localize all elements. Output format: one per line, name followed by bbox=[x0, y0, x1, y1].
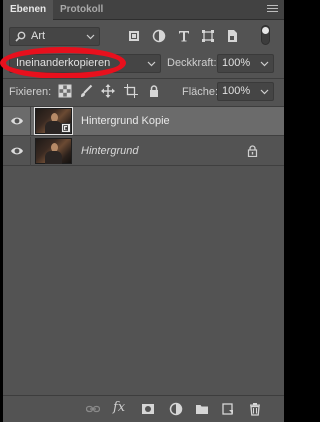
layers-bottom-toolbar: fx bbox=[3, 396, 284, 422]
new-group-folder-icon[interactable] bbox=[195, 402, 209, 416]
lock-label: Fixieren: bbox=[9, 86, 52, 98]
filter-smart-objects-icon[interactable] bbox=[225, 29, 239, 43]
filter-kind-label: Art bbox=[31, 30, 46, 42]
new-layer-icon[interactable] bbox=[221, 402, 235, 416]
filter-adjustment-layers-icon[interactable] bbox=[152, 29, 166, 43]
fill-label: Fläche: bbox=[182, 86, 219, 98]
chevron-down-icon bbox=[260, 61, 269, 67]
divider bbox=[30, 137, 31, 166]
blend-mode-value: Ineinanderkopieren bbox=[16, 57, 111, 69]
layer-row-hintergrund-kopie[interactable]: Hintergrund Kopie bbox=[3, 107, 284, 136]
eye-visibility-icon[interactable] bbox=[10, 145, 24, 157]
opacity-field[interactable]: 100% bbox=[217, 54, 274, 73]
filter-toggle-knob bbox=[262, 27, 269, 34]
opacity-label: Deckkraft: bbox=[167, 57, 217, 69]
layer-name: Hintergrund Kopie bbox=[81, 115, 170, 127]
delete-layer-trash-icon[interactable] bbox=[248, 402, 262, 416]
search-icon bbox=[15, 31, 26, 42]
filter-pixel-layers-icon[interactable] bbox=[127, 29, 141, 43]
chevron-down-icon bbox=[147, 61, 156, 67]
panel-tab-bar: Ebenen Protokoll bbox=[3, 0, 284, 20]
chevron-down-icon bbox=[260, 89, 269, 95]
add-layer-mask-icon[interactable] bbox=[141, 402, 155, 416]
lock-all-icon[interactable] bbox=[147, 84, 161, 98]
panel-menu-icon[interactable] bbox=[267, 5, 278, 14]
lock-icon bbox=[247, 145, 258, 157]
layer-thumbnail bbox=[34, 107, 73, 135]
layer-row-hintergrund[interactable]: Hintergrund bbox=[3, 137, 284, 166]
fill-field[interactable]: 100% bbox=[217, 82, 274, 101]
blend-mode-select[interactable]: Ineinanderkopieren bbox=[9, 54, 161, 73]
eye-visibility-icon[interactable] bbox=[10, 115, 24, 127]
layers-panel: Ebenen Protokoll Art Ineinanderkopieren … bbox=[0, 0, 284, 422]
link-layers-icon[interactable] bbox=[86, 402, 100, 416]
tab-layers[interactable]: Ebenen bbox=[3, 0, 53, 20]
lock-artboard-icon[interactable] bbox=[124, 84, 138, 98]
opacity-value: 100% bbox=[222, 57, 251, 69]
layer-style-fx-icon[interactable]: fx bbox=[113, 400, 125, 415]
layer-thumbnail bbox=[35, 138, 72, 164]
divider bbox=[30, 107, 31, 136]
new-adjustment-layer-icon[interactable] bbox=[169, 402, 183, 416]
smart-object-badge-icon bbox=[61, 123, 71, 133]
fill-value: 100% bbox=[222, 85, 251, 97]
lock-transparent-pixels-icon[interactable] bbox=[58, 84, 72, 98]
filter-shape-layers-icon[interactable] bbox=[201, 29, 215, 43]
filter-type-layers-icon[interactable] bbox=[177, 29, 191, 43]
chevron-down-icon bbox=[86, 34, 95, 40]
lock-image-pixels-brush-icon[interactable] bbox=[79, 84, 93, 98]
tab-history[interactable]: Protokoll bbox=[53, 0, 110, 20]
divider bbox=[3, 78, 284, 79]
filter-toggle-switch[interactable] bbox=[261, 25, 270, 45]
filter-kind-select[interactable]: Art bbox=[9, 27, 100, 46]
layer-name: Hintergrund bbox=[81, 145, 139, 157]
lock-position-move-icon[interactable] bbox=[101, 84, 115, 98]
